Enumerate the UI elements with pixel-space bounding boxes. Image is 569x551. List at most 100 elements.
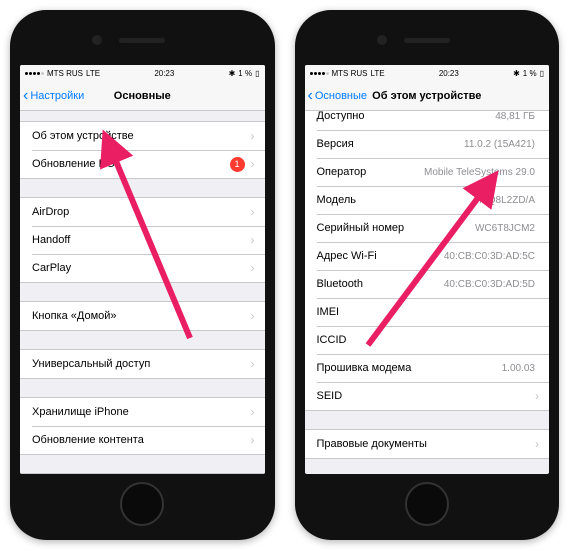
phone-right: MTS RUS LTE 20:23 ✱ 1 % ▯ ‹ Основные Об … <box>295 10 560 540</box>
signal-dots-icon <box>310 72 329 75</box>
row-label: Модель <box>317 194 480 206</box>
row-value: Mobile TeleSystems 29.0 <box>424 167 535 178</box>
table-row: МодельMQ8L2ZD/A <box>305 186 550 214</box>
about-list[interactable]: Доступно48,81 ГБВерсия11.0.2 (15A421)Опе… <box>305 111 550 474</box>
settings-group: Об этом устройстве›Обновление ПО1› <box>20 121 265 179</box>
row-label: Обновление ПО <box>32 158 230 170</box>
row-value: 40:CB:C0:3D:AD:5D <box>444 279 535 290</box>
back-button[interactable]: ‹ Настройки <box>20 88 84 104</box>
status-bar: MTS RUS LTE 20:23 ✱ 1 % ▯ <box>305 65 550 81</box>
home-button[interactable] <box>120 482 164 526</box>
table-row[interactable]: CarPlay› <box>20 254 265 282</box>
speaker <box>404 38 450 43</box>
row-label: Универсальный доступ <box>32 358 251 370</box>
row-label: Прошивка модема <box>317 362 502 374</box>
row-label: AirDrop <box>32 206 251 218</box>
screen-left: MTS RUS LTE 20:23 ✱ 1 % ▯ ‹ Настройки Ос… <box>20 65 265 474</box>
home-button[interactable] <box>405 482 449 526</box>
row-label: IMEI <box>317 306 536 318</box>
nav-bar: ‹ Настройки Основные <box>20 81 265 111</box>
row-label: Обновление контента <box>32 434 251 446</box>
table-row[interactable]: Универсальный доступ› <box>20 350 265 378</box>
camera <box>92 35 102 45</box>
settings-group: Доступно48,81 ГБВерсия11.0.2 (15A421)Опе… <box>305 111 550 411</box>
table-row: ОператорMobile TeleSystems 29.0 <box>305 158 550 186</box>
battery-label: 1 % <box>523 69 537 78</box>
settings-group: Универсальный доступ› <box>20 349 265 379</box>
chevron-left-icon: ‹ <box>308 88 313 104</box>
chevron-right-icon: › <box>251 261 255 275</box>
row-value: 40:CB:C0:3D:AD:5C <box>444 251 535 262</box>
table-row[interactable]: Об этом устройстве› <box>20 122 265 150</box>
row-label: ICCID <box>317 334 536 346</box>
row-value: MQ8L2ZD/A <box>479 195 535 206</box>
row-label: Адрес Wi-Fi <box>317 250 444 262</box>
table-row: Адрес Wi-Fi40:CB:C0:3D:AD:5C <box>305 242 550 270</box>
table-row[interactable]: Handoff› <box>20 226 265 254</box>
back-label: Настройки <box>30 90 84 102</box>
row-label: Об этом устройстве <box>32 130 251 142</box>
table-row: Доступно48,81 ГБ <box>305 111 550 130</box>
table-row[interactable]: Обновление ПО1 › <box>20 150 265 178</box>
carrier-label: MTS RUS <box>47 69 83 78</box>
table-row[interactable]: Кнопка «Домой»› <box>20 302 265 330</box>
chevron-right-icon: › <box>251 233 255 247</box>
row-label: Правовые документы <box>317 438 536 450</box>
chevron-right-icon: › <box>251 433 255 447</box>
back-label: Основные <box>315 90 367 102</box>
settings-group: Правовые документы› <box>305 429 550 459</box>
row-label: Handoff <box>32 234 251 246</box>
row-label: CarPlay <box>32 262 251 274</box>
chevron-right-icon: › <box>251 309 255 323</box>
settings-group: Кнопка «Домой»› <box>20 301 265 331</box>
chevron-right-icon: › <box>251 129 255 143</box>
row-label: Хранилище iPhone <box>32 406 251 418</box>
settings-list[interactable]: Об этом устройстве›Обновление ПО1›AirDro… <box>20 111 265 474</box>
back-button[interactable]: ‹ Основные <box>305 88 368 104</box>
row-label: Версия <box>317 138 465 150</box>
chevron-left-icon: ‹ <box>23 88 28 104</box>
settings-group: ОграниченияВыкл.› <box>20 473 265 474</box>
row-value: 11.0.2 (15A421) <box>464 139 535 150</box>
network-label: LTE <box>371 69 385 78</box>
table-row[interactable]: Правовые документы› <box>305 430 550 458</box>
row-label: Доступно <box>317 111 496 122</box>
table-row[interactable]: SEID› <box>305 382 550 410</box>
phone-left: MTS RUS LTE 20:23 ✱ 1 % ▯ ‹ Настройки Ос… <box>10 10 275 540</box>
chevron-right-icon: › <box>251 157 255 171</box>
row-value: WC6T8JCM2 <box>475 223 535 234</box>
network-label: LTE <box>86 69 100 78</box>
chevron-right-icon: › <box>535 389 539 403</box>
speaker <box>119 38 165 43</box>
chevron-right-icon: › <box>251 205 255 219</box>
table-row: Прошивка модема1.00.03 <box>305 354 550 382</box>
table-row: Версия11.0.2 (15A421) <box>305 130 550 158</box>
settings-group: Хранилище iPhone›Обновление контента› <box>20 397 265 455</box>
table-row[interactable]: AirDrop› <box>20 198 265 226</box>
row-label: Кнопка «Домой» <box>32 310 251 322</box>
table-row[interactable]: Обновление контента› <box>20 426 265 454</box>
battery-icon: ▯ <box>540 69 544 78</box>
row-label: SEID <box>317 390 532 402</box>
bluetooth-icon: ✱ <box>513 69 520 78</box>
nav-title: Основные <box>114 90 171 102</box>
table-row: Серийный номерWC6T8JCM2 <box>305 214 550 242</box>
nav-title: Об этом устройстве <box>372 90 481 102</box>
row-value: 1.00.03 <box>502 363 535 374</box>
status-bar: MTS RUS LTE 20:23 ✱ 1 % ▯ <box>20 65 265 81</box>
settings-group: AirDrop›Handoff›CarPlay› <box>20 197 265 283</box>
chevron-right-icon: › <box>535 437 539 451</box>
chevron-right-icon: › <box>251 405 255 419</box>
row-label: Серийный номер <box>317 222 475 234</box>
screen-right: MTS RUS LTE 20:23 ✱ 1 % ▯ ‹ Основные Об … <box>305 65 550 474</box>
row-label: Bluetooth <box>317 278 444 290</box>
status-time: 20:23 <box>439 69 459 78</box>
row-label: Оператор <box>317 166 425 178</box>
table-row: IMEI <box>305 298 550 326</box>
table-row[interactable]: Хранилище iPhone› <box>20 398 265 426</box>
notification-badge: 1 <box>230 157 245 172</box>
battery-label: 1 % <box>238 69 252 78</box>
bluetooth-icon: ✱ <box>229 69 236 78</box>
battery-icon: ▯ <box>255 69 259 78</box>
signal-dots-icon <box>25 72 44 75</box>
